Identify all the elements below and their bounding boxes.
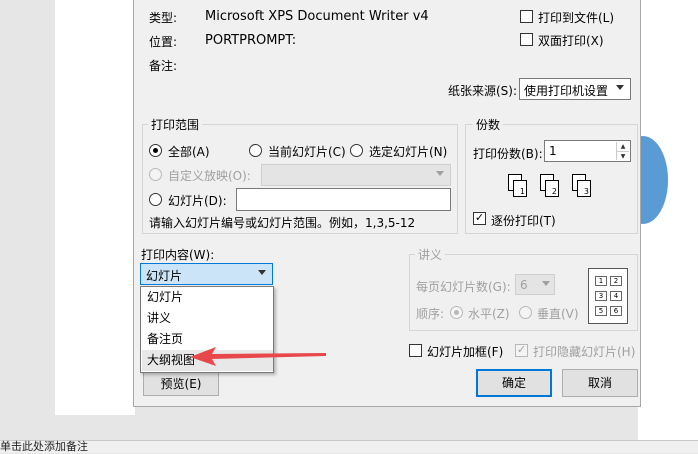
- paper-source-label: 纸张来源(S):: [448, 84, 518, 98]
- chevron-down-icon: [258, 270, 266, 275]
- order-vertical-label: 垂直(V): [537, 307, 579, 321]
- print-to-file-label: 打印到文件(L): [538, 11, 615, 25]
- range-selection-radio[interactable]: [350, 144, 363, 157]
- collate-preview-icon: 1 1 2 2 3 3: [504, 170, 604, 202]
- print-range-legend: 打印范围: [148, 116, 203, 133]
- print-to-file-checkbox[interactable]: [520, 10, 533, 23]
- dropdown-option-handouts[interactable]: 讲义: [142, 308, 273, 329]
- range-custom-show-radio[interactable]: [149, 168, 162, 181]
- cancel-button[interactable]: 取消: [562, 369, 638, 397]
- print-hidden-checkbox[interactable]: ✓: [515, 343, 528, 357]
- spin-down-icon[interactable]: ▼: [616, 151, 629, 160]
- range-current-label: 当前幻灯片(C): [268, 145, 346, 159]
- cancel-button-label: 取消: [587, 376, 612, 390]
- handouts-legend: 讲义: [415, 246, 446, 263]
- handout-slide-thumb: 6: [610, 306, 622, 316]
- copies-count-value: 1: [549, 144, 557, 158]
- print-what-select[interactable]: 幻灯片: [140, 263, 273, 285]
- ok-button[interactable]: 确定: [476, 369, 552, 397]
- handouts-order-label: 顺序:: [416, 307, 445, 321]
- duplex-checkbox[interactable]: [520, 33, 533, 46]
- range-custom-show-label: 自定义放映(O):: [168, 169, 251, 183]
- chevron-down-icon: [542, 281, 550, 286]
- collate-page-icon: 2: [545, 180, 559, 197]
- printer-location-label: 位置:: [149, 35, 178, 49]
- copies-count-label: 打印份数(B):: [473, 147, 543, 161]
- duplex-label: 双面打印(X): [538, 34, 604, 48]
- checkmark-icon: ✓: [516, 343, 527, 356]
- handout-slide-thumb: 4: [610, 291, 622, 301]
- range-current-radio[interactable]: [249, 144, 262, 157]
- notes-pane[interactable]: 单击此处添加备注: [0, 440, 698, 453]
- checkmark-icon: ✓: [474, 211, 485, 224]
- chevron-down-icon: [436, 171, 444, 176]
- printer-type-value: Microsoft XPS Document Writer v4: [205, 9, 429, 24]
- dropdown-option-slides[interactable]: 幻灯片: [142, 287, 273, 308]
- notes-placeholder: 单击此处添加备注: [0, 440, 88, 453]
- range-slides-radio[interactable]: [149, 193, 162, 206]
- handout-slide-thumb: 3: [595, 291, 607, 301]
- collate-page-icon: 3: [577, 180, 591, 197]
- collate-checkbox[interactable]: ✓: [473, 211, 486, 225]
- collate-page-icon: 1: [513, 180, 527, 197]
- handout-layout-preview: 1 2 3 4 5 6: [588, 268, 628, 324]
- copies-legend: 份数: [473, 116, 504, 133]
- paper-source-select[interactable]: 使用打印机设置: [519, 78, 631, 100]
- range-hint: 请输入幻灯片编号或幻灯片范围。例如，1,3,5-12: [149, 216, 416, 230]
- preview-button-label: 预览(E): [160, 377, 202, 391]
- paper-source-value: 使用打印机设置: [524, 84, 609, 98]
- order-horizontal-label: 水平(Z): [468, 307, 510, 321]
- printer-comment-label: 备注:: [149, 59, 178, 73]
- ok-button-label: 确定: [501, 376, 526, 390]
- preview-button[interactable]: 预览(E): [143, 370, 219, 396]
- handouts-per-page-label: 每页幻灯片数(G):: [416, 280, 511, 294]
- annotation-arrow: [190, 347, 326, 366]
- chevron-down-icon: [616, 85, 624, 90]
- copies-count-input[interactable]: 1 ▲ ▼: [544, 140, 631, 162]
- range-all-radio[interactable]: [149, 144, 162, 157]
- custom-show-select[interactable]: [261, 164, 451, 186]
- print-what-label: 打印内容(W):: [141, 248, 215, 262]
- slide-canvas-left: [55, 0, 135, 415]
- printer-location-value: PORTPROMPT:: [205, 33, 297, 48]
- range-all-label: 全部(A): [168, 145, 210, 159]
- frame-slides-checkbox[interactable]: [409, 344, 422, 357]
- handouts-per-page-select[interactable]: 6: [515, 274, 555, 295]
- frame-slides-label: 幻灯片加框(F): [427, 345, 504, 359]
- print-hidden-label: 打印隐藏幻灯片(H): [533, 345, 636, 359]
- collate-label: 逐份打印(T): [491, 214, 556, 228]
- range-slides-label: 幻灯片(D):: [168, 194, 227, 208]
- slides-input[interactable]: [236, 188, 451, 211]
- order-vertical-radio[interactable]: [519, 306, 532, 319]
- handout-slide-thumb: 5: [595, 306, 607, 316]
- order-horizontal-radio[interactable]: [450, 306, 463, 319]
- handout-slide-thumb: 1: [595, 276, 607, 286]
- print-what-selected: 幻灯片: [146, 269, 183, 283]
- printer-type-label: 类型:: [149, 11, 178, 25]
- spin-up-icon[interactable]: ▲: [616, 142, 629, 151]
- range-selection-label: 选定幻灯片(N): [369, 145, 448, 159]
- handouts-per-page-value: 6: [520, 278, 528, 292]
- handout-slide-thumb: 2: [610, 276, 622, 286]
